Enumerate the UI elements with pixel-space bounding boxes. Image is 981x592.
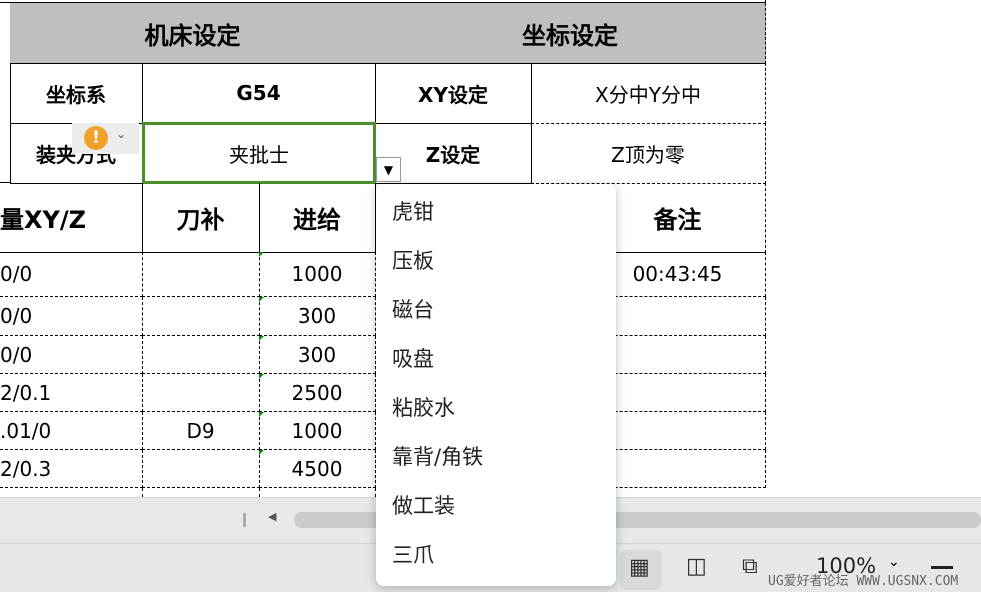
dropdown-option[interactable]: 靠背/角铁 bbox=[376, 433, 616, 482]
clamp-method-dropdown: 虎钳 压板 磁台 吸盘 粘胶水 靠背/角铁 做工装 三爪 bbox=[376, 184, 616, 586]
dropdown-option[interactable]: 做工装 bbox=[376, 482, 616, 531]
header-notes: 备注 bbox=[590, 183, 766, 253]
zoom-dropdown-icon[interactable]: ⌄ bbox=[888, 554, 900, 570]
dropdown-option[interactable]: 虎钳 bbox=[376, 188, 616, 237]
header-tool-comp: 刀补 bbox=[142, 183, 260, 253]
table-cell[interactable]: 2500 bbox=[259, 374, 376, 412]
table-cell[interactable]: 2/0.1 bbox=[0, 374, 143, 412]
table-cell[interactable]: 0/0 bbox=[0, 336, 143, 374]
table-cell[interactable]: 00:43:45 bbox=[590, 252, 766, 297]
table-cell[interactable] bbox=[590, 336, 766, 374]
table-cell[interactable]: D9 bbox=[142, 412, 260, 450]
dropdown-option[interactable]: 压板 bbox=[376, 237, 616, 286]
dropdown-option[interactable]: 磁台 bbox=[376, 286, 616, 335]
table-cell[interactable]: 4500 bbox=[259, 450, 376, 488]
grid-view-icon: ▦ bbox=[629, 555, 650, 580]
clamp-value-cell[interactable]: 夹批士 bbox=[142, 122, 376, 184]
table-cell[interactable]: 2/0.3 bbox=[0, 450, 143, 488]
table-cell[interactable] bbox=[590, 297, 766, 336]
table-cell[interactable]: 0/0 bbox=[0, 297, 143, 336]
table-cell[interactable]: 1000 bbox=[259, 252, 376, 297]
grid-line bbox=[259, 488, 260, 497]
xy-value[interactable]: X分中Y分中 bbox=[531, 63, 766, 124]
xy-label: XY设定 bbox=[375, 63, 532, 124]
table-cell[interactable]: 300 bbox=[259, 297, 376, 336]
dropdown-arrow-button[interactable]: ▼ bbox=[376, 157, 401, 182]
table-cell[interactable]: 300 bbox=[259, 336, 376, 374]
dropdown-option[interactable]: 三爪 bbox=[376, 531, 616, 580]
page-layout-view-icon[interactable]: ◫ bbox=[686, 554, 707, 579]
green-triangle-marker bbox=[259, 412, 264, 417]
normal-view-button[interactable]: ▦ bbox=[620, 550, 662, 590]
machine-header: 机床设定 bbox=[10, 3, 376, 64]
green-triangle-marker bbox=[259, 252, 264, 257]
zoom-out-button[interactable] bbox=[931, 566, 953, 569]
page-break-view-icon[interactable]: ⧉ bbox=[742, 554, 758, 579]
table-cell[interactable] bbox=[590, 412, 766, 450]
coordinate-header: 坐标设定 bbox=[375, 3, 766, 64]
warning-icon: ! bbox=[84, 126, 108, 150]
error-indicator-button[interactable]: ! ⌄ bbox=[72, 123, 139, 154]
header-feed: 进给 bbox=[259, 183, 376, 253]
header-xyz: 量XY/Z bbox=[0, 183, 143, 253]
coord-value[interactable]: G54 bbox=[142, 63, 376, 124]
sheet-tab-splitter[interactable] bbox=[243, 513, 246, 527]
scroll-left-icon[interactable]: ◀ bbox=[268, 510, 276, 523]
dropdown-option[interactable]: 吸盘 bbox=[376, 335, 616, 384]
grid-line bbox=[142, 488, 143, 497]
green-triangle-marker bbox=[259, 450, 264, 455]
table-cell[interactable] bbox=[590, 374, 766, 412]
green-triangle-marker bbox=[259, 336, 264, 341]
table-cell[interactable] bbox=[142, 450, 260, 488]
table-cell[interactable]: 0/0 bbox=[0, 252, 143, 297]
chevron-down-icon: ⌄ bbox=[116, 127, 127, 141]
table-cell[interactable] bbox=[142, 252, 260, 297]
table-cell[interactable] bbox=[142, 297, 260, 336]
table-cell[interactable] bbox=[590, 450, 766, 488]
watermark: UG爱好者论坛 WWW.UGSNX.COM bbox=[768, 574, 959, 589]
green-triangle-marker bbox=[259, 297, 264, 302]
table-cell[interactable]: 1000 bbox=[259, 412, 376, 450]
table-cell[interactable] bbox=[142, 336, 260, 374]
green-triangle-marker bbox=[259, 374, 264, 379]
coord-label: 坐标系 bbox=[10, 63, 143, 124]
z-value[interactable]: Z顶为零 bbox=[531, 123, 766, 184]
table-cell[interactable]: .01/0 bbox=[0, 412, 143, 450]
table-cell[interactable] bbox=[142, 374, 260, 412]
dropdown-option[interactable]: 粘胶水 bbox=[376, 384, 616, 433]
